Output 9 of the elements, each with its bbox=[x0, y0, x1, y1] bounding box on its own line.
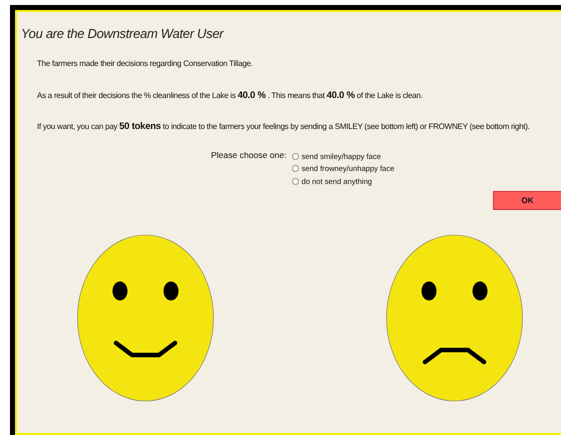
ok-button[interactable]: OK bbox=[493, 190, 561, 210]
instruction-text: The farmers made their decisions regarding Conservation Tillage. bbox=[37, 59, 254, 70]
radio-button[interactable] bbox=[292, 165, 298, 172]
choice-label: Please choose one: bbox=[211, 150, 286, 162]
radio-button[interactable] bbox=[292, 152, 298, 160]
instruction-text: If you want, you can pay 50 tokens to indicate to the farmers your feelings by sending a SMILEY (see bottom left) or FROWNEY (see bottom right). bbox=[37, 121, 531, 134]
instruction-text: As a result of their decisions the % cleanliness of the Lake is 40.0 % . This means that 40.0 % of the Lake is clean. bbox=[37, 90, 424, 103]
radio-button[interactable] bbox=[292, 178, 298, 185]
page-title: You are the Downstream Water User bbox=[21, 26, 225, 41]
